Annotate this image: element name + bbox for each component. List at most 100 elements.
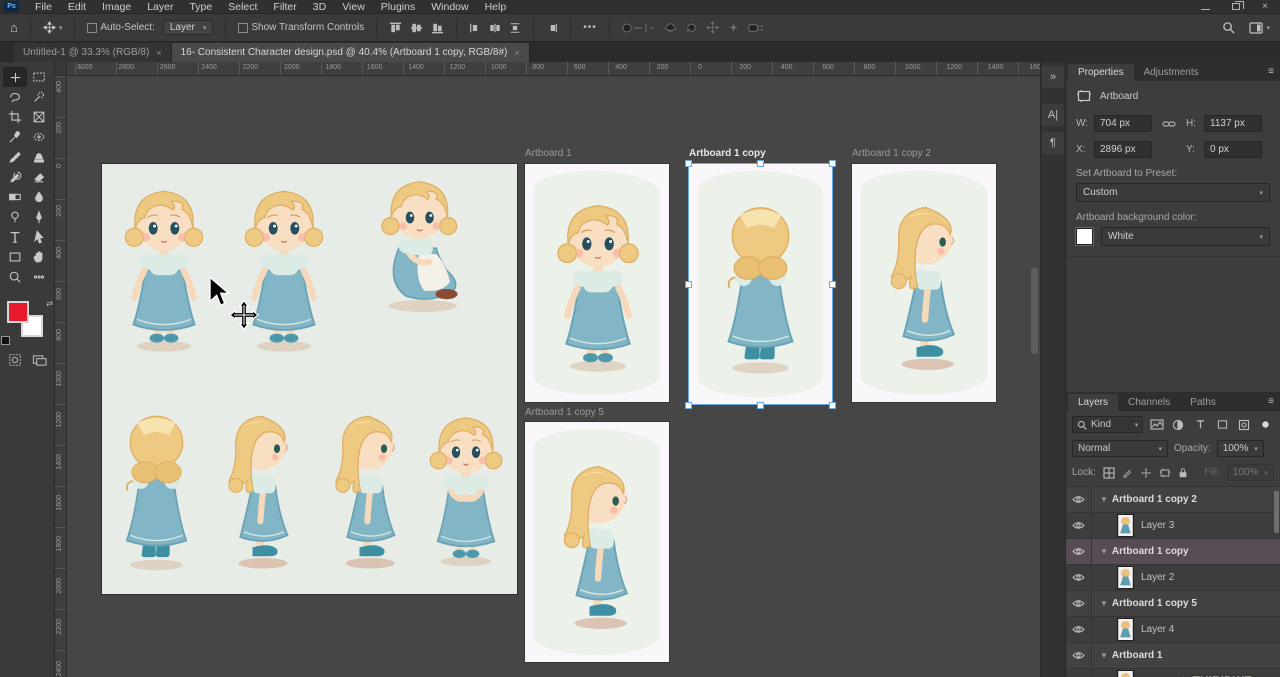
history-brush-tool[interactable] — [3, 167, 27, 187]
menu-item[interactable]: Edit — [60, 1, 94, 13]
artboard-1-copy-2[interactable] — [852, 164, 996, 402]
eyedropper-tool[interactable] — [3, 127, 27, 147]
layer-group-row[interactable]: ▼ Artboard 1 copy 2 — [1066, 487, 1280, 513]
tab-channels[interactable]: Channels — [1118, 394, 1180, 411]
chevron-down-icon[interactable]: ▼ — [1100, 495, 1108, 504]
layers-scrollbar[interactable] — [1274, 491, 1279, 533]
type-tool[interactable] — [3, 227, 27, 247]
menu-item[interactable]: Layer — [139, 1, 181, 13]
tab-properties[interactable]: Properties — [1068, 64, 1134, 81]
artboard-label[interactable]: Artboard 1 copy 2 — [852, 148, 931, 159]
menu-item[interactable]: File — [27, 1, 60, 13]
tab-layers[interactable]: Layers — [1068, 394, 1118, 411]
gradient-tool[interactable] — [3, 187, 27, 207]
align-bottom-edges-icon[interactable] — [431, 22, 444, 34]
visibility-eye-icon[interactable] — [1066, 539, 1092, 564]
x-field[interactable]: 2896 px — [1094, 141, 1152, 158]
transform-handle-e[interactable] — [829, 281, 836, 288]
distribute-vertical-icon[interactable] — [509, 22, 521, 34]
layer-row[interactable]: Layer 4 — [1066, 617, 1280, 643]
eraser-tool[interactable] — [27, 167, 51, 187]
brush-tool[interactable] — [3, 147, 27, 167]
auto-select-checkbox[interactable] — [87, 23, 97, 33]
layer-row[interactable]: Layer 2 — [1066, 565, 1280, 591]
transform-handle-n[interactable] — [757, 160, 764, 167]
artboard-bg-dropdown[interactable]: White ▾ — [1101, 227, 1270, 246]
panel-menu-icon[interactable]: ≡ — [1268, 66, 1274, 77]
visibility-eye-icon[interactable] — [1066, 643, 1092, 668]
lock-position-icon[interactable] — [1140, 467, 1152, 479]
y-field[interactable]: 0 px — [1204, 141, 1262, 158]
layer-thumbnail[interactable] — [1118, 515, 1133, 536]
transform-handle-nw[interactable] — [685, 160, 692, 167]
quick-selection-tool[interactable] — [27, 87, 51, 107]
visibility-eye-icon[interactable] — [1066, 513, 1092, 538]
visibility-eye-icon[interactable] — [1066, 591, 1092, 616]
filter-toggle-icon[interactable] — [1257, 417, 1274, 432]
search-icon[interactable] — [1222, 21, 1235, 34]
blend-mode-dropdown[interactable]: Normal ▾ — [1072, 440, 1168, 457]
transform-handle-s[interactable] — [757, 402, 764, 409]
tab-adjustments[interactable]: Adjustments — [1134, 64, 1209, 81]
filter-kind-dropdown[interactable]: Kind ▾ — [1072, 416, 1143, 433]
panel-menu-icon[interactable]: ≡ — [1268, 396, 1274, 407]
chevron-down-icon[interactable]: ▼ — [1100, 651, 1108, 660]
artboard-label[interactable]: Artboard 1 copy 5 — [525, 407, 604, 418]
expand-panels-icon[interactable]: » — [1042, 66, 1064, 88]
distribute-center-icon[interactable] — [489, 22, 501, 34]
blur-tool[interactable] — [27, 187, 51, 207]
marquee-tool[interactable] — [27, 67, 51, 87]
layer-thumbnail[interactable] — [1118, 671, 1133, 677]
move-tool-option-icon[interactable]: ▾ — [43, 21, 63, 34]
lock-transparency-icon[interactable] — [1103, 467, 1115, 479]
restore-icon[interactable] — [1232, 3, 1240, 10]
menu-item[interactable]: Filter — [265, 1, 304, 13]
layer-group-row-selected[interactable]: ▼ Artboard 1 copy — [1066, 539, 1280, 565]
path-selection-tool[interactable] — [27, 227, 51, 247]
filter-adjustment-layers-icon[interactable] — [1170, 417, 1187, 432]
menu-item[interactable]: Image — [94, 1, 139, 13]
distribute-left-icon[interactable] — [469, 22, 481, 34]
preset-dropdown[interactable]: Custom ▾ — [1076, 183, 1270, 202]
width-field[interactable]: 704 px — [1094, 115, 1152, 132]
visibility-eye-icon[interactable] — [1066, 487, 1092, 512]
clone-stamp-tool[interactable] — [27, 147, 51, 167]
tab-close-icon[interactable]: × — [514, 48, 519, 58]
crop-tool[interactable] — [3, 107, 27, 127]
screen-mode-icon[interactable] — [32, 353, 47, 367]
ruler-origin-box[interactable] — [55, 62, 67, 76]
workspace-switcher-icon[interactable]: ▾ — [1249, 22, 1270, 34]
tab-paths[interactable]: Paths — [1180, 394, 1226, 411]
lock-image-icon[interactable] — [1122, 467, 1133, 478]
menu-item[interactable]: View — [334, 1, 373, 13]
lock-all-icon[interactable] — [1178, 467, 1188, 479]
filter-type-layers-icon[interactable] — [1192, 417, 1209, 432]
transform-handle-ne[interactable] — [829, 160, 836, 167]
artboard-1-copy-5[interactable] — [525, 422, 669, 662]
menu-item[interactable]: Type — [181, 1, 220, 13]
link-dimensions-icon[interactable] — [1162, 118, 1176, 130]
distribute-right-icon[interactable] — [546, 22, 558, 34]
minimize-icon[interactable] — [1201, 4, 1210, 10]
transform-handle-sw[interactable] — [685, 402, 692, 409]
tab-close-icon[interactable]: × — [156, 48, 161, 58]
artboard-1[interactable] — [525, 164, 669, 402]
home-icon[interactable]: ⌂ — [10, 20, 18, 35]
menu-item[interactable]: 3D — [305, 1, 334, 13]
opacity-dropdown[interactable]: 100% ▾ — [1217, 440, 1264, 457]
zoom-tool[interactable] — [3, 267, 27, 287]
layer-thumbnail[interactable] — [1118, 619, 1133, 640]
visibility-eye-icon[interactable] — [1066, 617, 1092, 642]
hand-tool[interactable] — [27, 247, 51, 267]
move-tool[interactable] — [3, 67, 27, 87]
pasteboard[interactable]: Artboard 1 Artboard 1 copy Artboard 1 co… — [67, 76, 1040, 677]
edit-toolbar-icon[interactable] — [27, 267, 51, 287]
pen-tool[interactable] — [27, 207, 51, 227]
menu-item[interactable]: Help — [477, 1, 515, 13]
filter-shape-layers-icon[interactable] — [1214, 417, 1231, 432]
filter-pixel-layers-icon[interactable] — [1148, 417, 1165, 432]
menu-item[interactable]: Select — [220, 1, 265, 13]
default-colors-icon[interactable] — [1, 336, 10, 345]
artboard-label[interactable]: Artboard 1 — [525, 148, 572, 159]
dodge-tool[interactable] — [3, 207, 27, 227]
